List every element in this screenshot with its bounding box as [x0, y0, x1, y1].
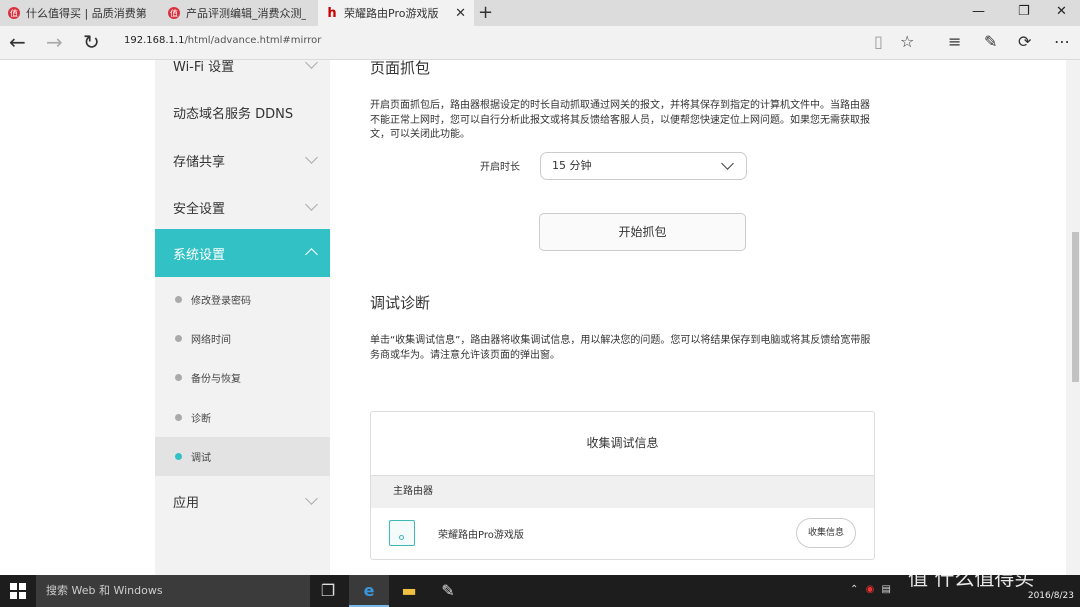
- chevron-down-icon: [305, 492, 318, 505]
- chevron-down-icon: [305, 198, 318, 211]
- bullet-icon: [175, 335, 182, 342]
- browser-tab[interactable]: 值 产品评测编辑_消费众测_什么值得买: [160, 0, 316, 26]
- reading-view-icon[interactable]: ▯: [874, 33, 883, 51]
- sidebar-subitem-backup[interactable]: 备份与恢复: [155, 358, 330, 397]
- smzdm-favicon-icon: 值: [168, 7, 180, 19]
- tray-app-icon[interactable]: ◉: [866, 584, 875, 595]
- url-field[interactable]: 192.168.1.1/html/advance.html#mirror: [124, 35, 321, 46]
- refresh-icon[interactable]: ↻: [83, 31, 100, 53]
- sidebar-item-label: Wi-Fi 设置: [173, 60, 235, 75]
- bullet-icon: [175, 374, 182, 381]
- start-capture-button[interactable]: 开始抓包: [539, 213, 746, 251]
- system-tray: ⌃ ◉ ▤: [850, 584, 891, 595]
- page-right-margin: [916, 60, 1066, 575]
- tab-title: 荣耀路由Pro游戏版: [344, 7, 439, 20]
- sidebar-subitem-network-time[interactable]: 网络时间: [155, 319, 330, 358]
- browser-tab-active[interactable]: h 荣耀路由Pro游戏版 ✕: [318, 0, 474, 26]
- router-icon: [389, 520, 415, 546]
- chevron-up-icon: [305, 248, 318, 261]
- sidebar-subitem-label: 调试: [191, 453, 211, 464]
- main-router-section: 主路由器: [371, 476, 874, 508]
- more-icon[interactable]: ⋯: [1054, 33, 1070, 51]
- bullet-icon: [175, 453, 182, 460]
- sidebar-item-label: 存储共享: [173, 155, 226, 170]
- chevron-down-icon: [305, 151, 318, 164]
- page-left-margin: [0, 60, 155, 575]
- sidebar-item-label: 应用: [173, 496, 200, 511]
- browser-tab[interactable]: 值 什么值得买 | 品质消费第一站: [0, 0, 158, 26]
- windows-start-icon[interactable]: [10, 583, 26, 599]
- tab-close-icon[interactable]: ✕: [455, 6, 466, 21]
- sidebar-subitem-label: 网络时间: [191, 335, 231, 346]
- duration-value: 15 分钟: [552, 159, 592, 172]
- sidebar-subitem-password[interactable]: 修改登录密码: [155, 280, 330, 319]
- back-icon[interactable]: ←: [9, 31, 26, 53]
- sidebar-subitem-diagnose[interactable]: 诊断: [155, 398, 330, 437]
- browser-tab-bar: 值 什么值得买 | 品质消费第一站 值 产品评测编辑_消费众测_什么值得买 h …: [0, 0, 1080, 26]
- tray-expand-icon[interactable]: ⌃: [850, 584, 858, 595]
- collect-info-button[interactable]: 收集信息: [796, 518, 856, 548]
- sidebar-item-wifi[interactable]: Wi-Fi 设置: [155, 60, 330, 89]
- bullet-icon: [175, 414, 182, 421]
- smzdm-watermark: 值 什么值得买: [908, 566, 1035, 590]
- edge-browser-icon[interactable]: e: [349, 575, 389, 607]
- debug-card-title: 收集调试信息: [371, 412, 874, 476]
- honor-favicon-icon: h: [327, 5, 337, 21]
- window-close-icon[interactable]: ✕: [1056, 4, 1067, 19]
- main-content: 页面抓包 开启页面抓包后，路由器根据设定的时长自动抓取通过网关的报文，并将其保存…: [330, 60, 916, 575]
- debug-section-title: 调试诊断: [370, 294, 431, 312]
- sidebar-subitem-label: 修改登录密码: [191, 296, 251, 307]
- chevron-down-icon: [721, 157, 734, 170]
- sidebar-item-label: 动态域名服务 DDNS: [173, 107, 294, 122]
- debug-card: 收集调试信息 主路由器 荣耀路由Pro游戏版 收集信息: [370, 411, 875, 560]
- minimize-icon[interactable]: —: [972, 4, 985, 19]
- taskbar-date[interactable]: 2016/8/23: [1016, 591, 1074, 601]
- sidebar-subitem-label: 诊断: [191, 414, 211, 425]
- debug-description: 单击“收集调试信息”，路由器将收集调试信息，用以解决您的问题。您可以将结果保存到…: [370, 335, 871, 361]
- file-explorer-icon[interactable]: ▬: [389, 575, 429, 607]
- tray-network-icon[interactable]: ▤: [882, 584, 891, 595]
- scrollbar-thumb[interactable]: [1072, 232, 1079, 382]
- paint-icon[interactable]: ✎: [428, 575, 468, 607]
- maximize-icon[interactable]: ❐: [1018, 4, 1030, 19]
- duration-label: 开启时长: [480, 162, 520, 173]
- sidebar-item-storage[interactable]: 存储共享: [155, 137, 330, 184]
- url-path: /html/advance.html#mirror: [184, 35, 322, 46]
- duration-select[interactable]: 15 分钟: [540, 152, 747, 180]
- sidebar-subitem-debug[interactable]: 调试: [155, 437, 330, 476]
- sidebar-item-label: 系统设置: [173, 247, 226, 263]
- settings-sidebar: Wi-Fi 设置 动态域名服务 DDNS 存储共享 安全设置 系统设置 修改登录…: [155, 60, 330, 575]
- router-row: 荣耀路由Pro游戏版 收集信息: [371, 508, 874, 560]
- share-icon[interactable]: ⟳: [1018, 33, 1031, 51]
- sidebar-item-label: 安全设置: [173, 202, 226, 217]
- favorite-star-icon[interactable]: ☆: [900, 33, 914, 51]
- tab-title: 产品评测编辑_消费众测_什么值得买: [186, 7, 306, 20]
- smzdm-favicon-icon: 值: [8, 7, 20, 19]
- sidebar-item-security[interactable]: 安全设置: [155, 184, 330, 231]
- sidebar-subitem-label: 备份与恢复: [191, 374, 241, 385]
- taskbar-search-input[interactable]: 搜索 Web 和 Windows: [36, 575, 310, 607]
- capture-description: 开启页面抓包后，路由器根据设定的时长自动抓取通过网关的报文，并将其保存到指定的计…: [370, 100, 870, 140]
- web-note-icon[interactable]: ✎: [984, 33, 997, 51]
- chevron-down-icon: [305, 60, 318, 69]
- router-name: 荣耀路由Pro游戏版: [438, 530, 524, 541]
- bullet-icon: [175, 296, 182, 303]
- hub-icon[interactable]: ≡: [948, 33, 961, 51]
- capture-section-title: 页面抓包: [370, 60, 431, 77]
- new-tab-icon[interactable]: +: [478, 3, 493, 23]
- sidebar-item-ddns[interactable]: 动态域名服务 DDNS: [155, 89, 330, 136]
- sidebar-item-apps[interactable]: 应用: [155, 478, 330, 525]
- url-host: 192.168.1.1: [124, 35, 185, 46]
- sidebar-item-system[interactable]: 系统设置: [155, 229, 330, 277]
- task-view-icon[interactable]: ❐: [308, 575, 348, 607]
- tab-title: 什么值得买 | 品质消费第一站: [26, 7, 146, 20]
- forward-icon[interactable]: →: [46, 31, 63, 53]
- address-bar: ← → ↻ 192.168.1.1/html/advance.html#mirr…: [0, 26, 1080, 60]
